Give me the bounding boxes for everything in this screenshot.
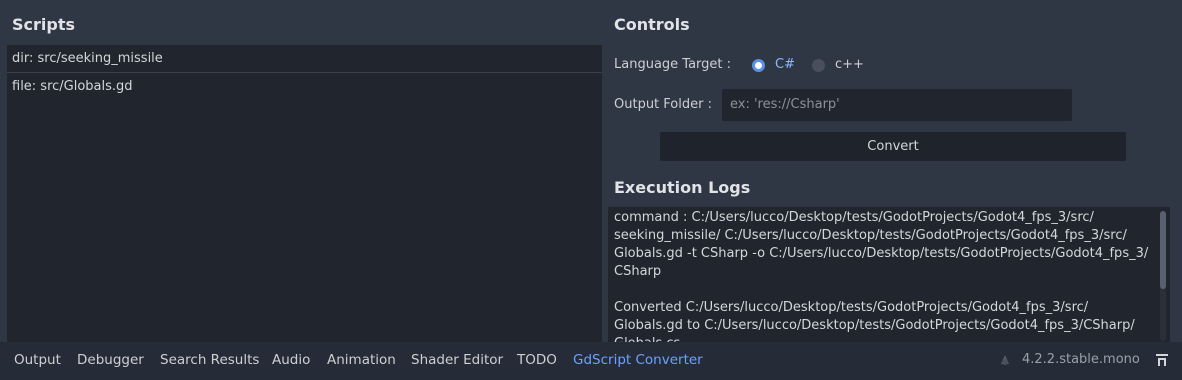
execution-logs-text: command : C:/Users/lucco/Desktop/tests/G… xyxy=(614,210,1149,342)
tab-audio[interactable]: Audio xyxy=(272,352,310,368)
list-item[interactable]: dir: src/seeking_missile xyxy=(7,45,602,73)
controls-title: Controls xyxy=(614,15,690,34)
output-folder-input[interactable]: ex: 'res://Csharp' xyxy=(722,89,1072,121)
csharp-radio[interactable] xyxy=(752,59,765,72)
version-label: 4.2.2.stable.mono xyxy=(1022,352,1140,367)
cpp-radio-label[interactable]: c++ xyxy=(835,57,864,72)
tab-gdscript-converter[interactable]: GdScript Converter xyxy=(573,352,703,368)
tab-todo[interactable]: TODO xyxy=(517,352,557,368)
tab-search-results[interactable]: Search Results xyxy=(160,352,259,368)
update-spinner-icon[interactable] xyxy=(998,353,1012,367)
list-item[interactable]: file: src/Globals.gd xyxy=(7,73,602,101)
execution-logs-title: Execution Logs xyxy=(614,178,751,197)
bottom-panel-tabs: Output Debugger Search Results Audio Ani… xyxy=(0,342,1182,380)
cpp-radio[interactable] xyxy=(812,59,825,72)
output-folder-label: Output Folder : xyxy=(614,97,712,112)
expand-bottom-panel-icon[interactable] xyxy=(1155,353,1169,367)
csharp-radio-label[interactable]: C# xyxy=(775,57,795,72)
tab-output[interactable]: Output xyxy=(14,352,61,368)
tab-animation[interactable]: Animation xyxy=(327,352,396,368)
scripts-title: Scripts xyxy=(12,15,76,34)
language-target-label: Language Target : xyxy=(614,57,732,72)
execution-logs-box[interactable]: command : C:/Users/lucco/Desktop/tests/G… xyxy=(608,207,1170,342)
logs-scrollbar[interactable] xyxy=(1160,211,1166,341)
tab-shader-editor[interactable]: Shader Editor xyxy=(411,352,503,368)
scripts-list[interactable]: dir: src/seeking_missile file: src/Globa… xyxy=(7,45,602,342)
convert-button[interactable]: Convert xyxy=(660,132,1126,161)
logs-scrollbar-thumb[interactable] xyxy=(1160,211,1166,289)
tab-debugger[interactable]: Debugger xyxy=(77,352,144,368)
